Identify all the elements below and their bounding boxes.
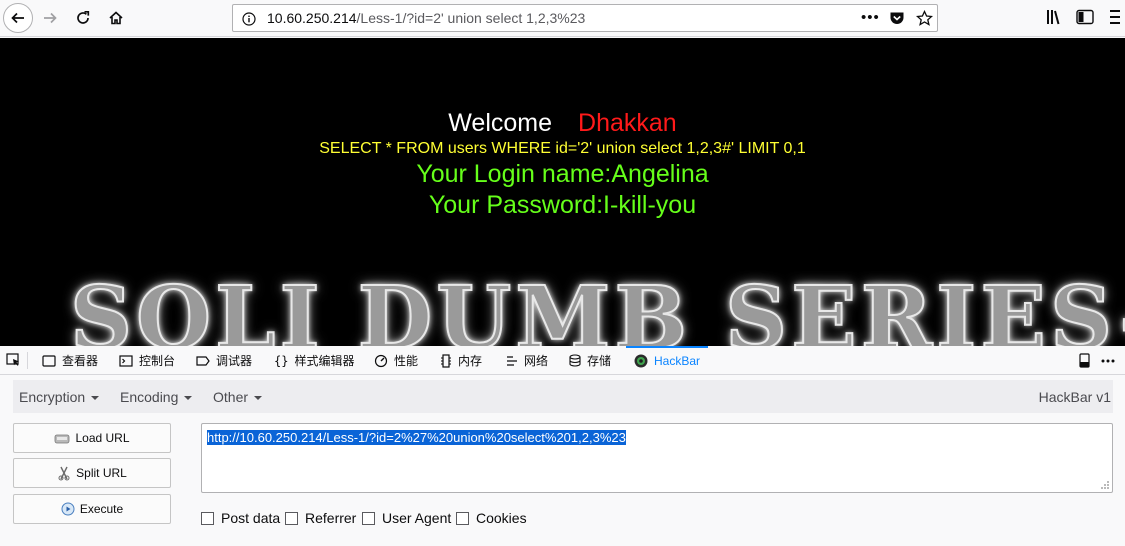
tab-divider	[27, 352, 28, 369]
menu-other[interactable]: Other	[213, 389, 263, 405]
arrow-left-icon	[11, 12, 24, 24]
tab-hackbar[interactable]: HackBar	[625, 346, 709, 375]
caret-down-icon	[254, 396, 263, 401]
tab-label: 控制台	[139, 354, 176, 368]
web-page: Welcome Dhakkan SELECT * FROM users WHERE…	[0, 38, 1125, 346]
post-data-checkbox[interactable]: Post data	[201, 510, 280, 526]
arrow-right-icon	[44, 12, 57, 24]
checkbox-box[interactable]	[285, 511, 298, 525]
tab-label: HackBar	[654, 353, 701, 368]
checkbox-label: Cookies	[476, 510, 527, 526]
checkbox-label: Post data	[221, 510, 281, 526]
referrer-checkbox[interactable]: Referrer	[285, 510, 356, 526]
url-textarea[interactable]: http://10.60.250.214/Less-1/?id=2%27%20u…	[201, 423, 1113, 493]
menu-encryption[interactable]: Encryption	[19, 389, 100, 405]
tab-label: 存储	[587, 354, 612, 368]
checkbox-label: Referrer	[305, 510, 357, 526]
checkbox-box[interactable]	[456, 511, 469, 525]
hackbar-menubar: Encryption Encoding Other HackBar v1	[13, 380, 1113, 413]
tab-label: 查看器	[62, 354, 99, 368]
menu-icon[interactable]	[1110, 7, 1120, 27]
performance-icon	[374, 354, 388, 368]
tab-label: 网络	[524, 354, 549, 368]
network-icon	[506, 355, 518, 367]
url-text[interactable]: 10.60.250.214/Less-1/?id=2' union select…	[267, 10, 585, 26]
hackbar-icon	[634, 354, 648, 368]
pick-element-icon[interactable]	[6, 353, 21, 368]
menu-label: Encoding	[120, 389, 179, 405]
welcome-heading: Welcome Dhakkan	[0, 109, 1125, 138]
star-icon[interactable]	[916, 10, 933, 27]
execute-button[interactable]: Execute	[13, 494, 171, 524]
caret-down-icon	[91, 396, 100, 401]
page-actions-button[interactable]: •••	[861, 9, 880, 26]
load-url-label: Load URL	[75, 431, 130, 445]
resize-grip-icon[interactable]	[1101, 481, 1110, 490]
reload-button[interactable]	[68, 3, 98, 33]
welcome-name: Dhakkan	[578, 109, 677, 137]
debugger-icon	[196, 355, 210, 367]
split-url-icon	[57, 465, 71, 481]
tab-console[interactable]: 控制台	[119, 346, 175, 375]
url-value: http://10.60.250.214/Less-1/?id=2%27%20u…	[207, 430, 626, 445]
devtools-tab-bar: 查看器 控制台 调试器 {} 样式编辑器 性能 内存 网络 存储 HackBar	[0, 346, 1125, 375]
login-name-line: Your Login name:Angelina	[416, 160, 709, 188]
url-bar[interactable]: 10.60.250.214/Less-1/?id=2' union select…	[232, 4, 938, 32]
cookies-checkbox[interactable]: Cookies	[456, 510, 527, 526]
tab-network[interactable]: 网络	[506, 346, 548, 375]
info-icon[interactable]	[242, 12, 256, 26]
password-line: Your Password:I-kill-you	[428, 191, 697, 219]
tab-label: 性能	[394, 354, 419, 368]
checkbox-label: User Agent	[382, 510, 452, 526]
sql-query: SELECT * FROM users WHERE id='2' union s…	[319, 140, 806, 157]
reload-icon	[77, 10, 90, 24]
browser-toolbar: 10.60.250.214/Less-1/?id=2' union select…	[0, 0, 1125, 37]
welcome-label: Welcome	[448, 109, 553, 137]
caret-down-icon	[184, 396, 193, 401]
style-editor-icon: {}	[274, 353, 289, 368]
tab-label: 调试器	[216, 354, 253, 368]
forward-button[interactable]	[35, 3, 65, 33]
user-agent-checkbox[interactable]: User Agent	[362, 510, 451, 526]
pocket-icon[interactable]	[889, 11, 905, 26]
load-url-icon	[54, 431, 70, 445]
console-icon	[119, 354, 133, 367]
checkbox-box[interactable]	[362, 511, 375, 525]
sidebar-icon[interactable]	[1076, 9, 1094, 25]
library-icon[interactable]	[1046, 9, 1064, 25]
home-icon	[109, 11, 123, 25]
tab-inspector[interactable]: 查看器	[42, 346, 98, 375]
memory-icon	[440, 353, 452, 368]
url-host: 10.60.250.214	[267, 10, 357, 26]
storage-icon	[569, 354, 581, 367]
url-path: /Less-1/?id=2' union select 1,2,3%23	[356, 10, 586, 26]
menu-label: Encryption	[19, 389, 86, 405]
tab-label: 内存	[458, 354, 483, 368]
checkbox-box[interactable]	[201, 511, 214, 525]
tab-performance[interactable]: 性能	[374, 346, 418, 375]
dock-icon[interactable]	[1079, 353, 1090, 368]
tab-label: 样式编辑器	[294, 354, 355, 368]
execute-label: Execute	[79, 502, 124, 516]
menu-encoding[interactable]: Encoding	[120, 389, 193, 405]
load-url-button[interactable]: Load URL	[13, 423, 171, 453]
tab-storage[interactable]: 存储	[569, 346, 611, 375]
menu-label: Other	[213, 389, 249, 405]
play-icon	[61, 502, 75, 516]
tab-style-editor[interactable]: {} 样式编辑器	[274, 346, 354, 375]
split-url-button[interactable]: Split URL	[13, 458, 171, 488]
more-options-icon[interactable]	[1101, 359, 1115, 363]
tab-memory[interactable]: 内存	[440, 346, 482, 375]
split-url-label: Split URL	[76, 466, 127, 480]
hackbar-version: HackBar v1	[1038, 389, 1111, 405]
home-button[interactable]	[101, 3, 131, 33]
back-button[interactable]	[3, 3, 33, 33]
tab-debugger[interactable]: 调试器	[196, 346, 252, 375]
banner-logo: SQLI DUMB SERIES-1	[69, 267, 1125, 346]
inspector-icon	[42, 354, 56, 367]
